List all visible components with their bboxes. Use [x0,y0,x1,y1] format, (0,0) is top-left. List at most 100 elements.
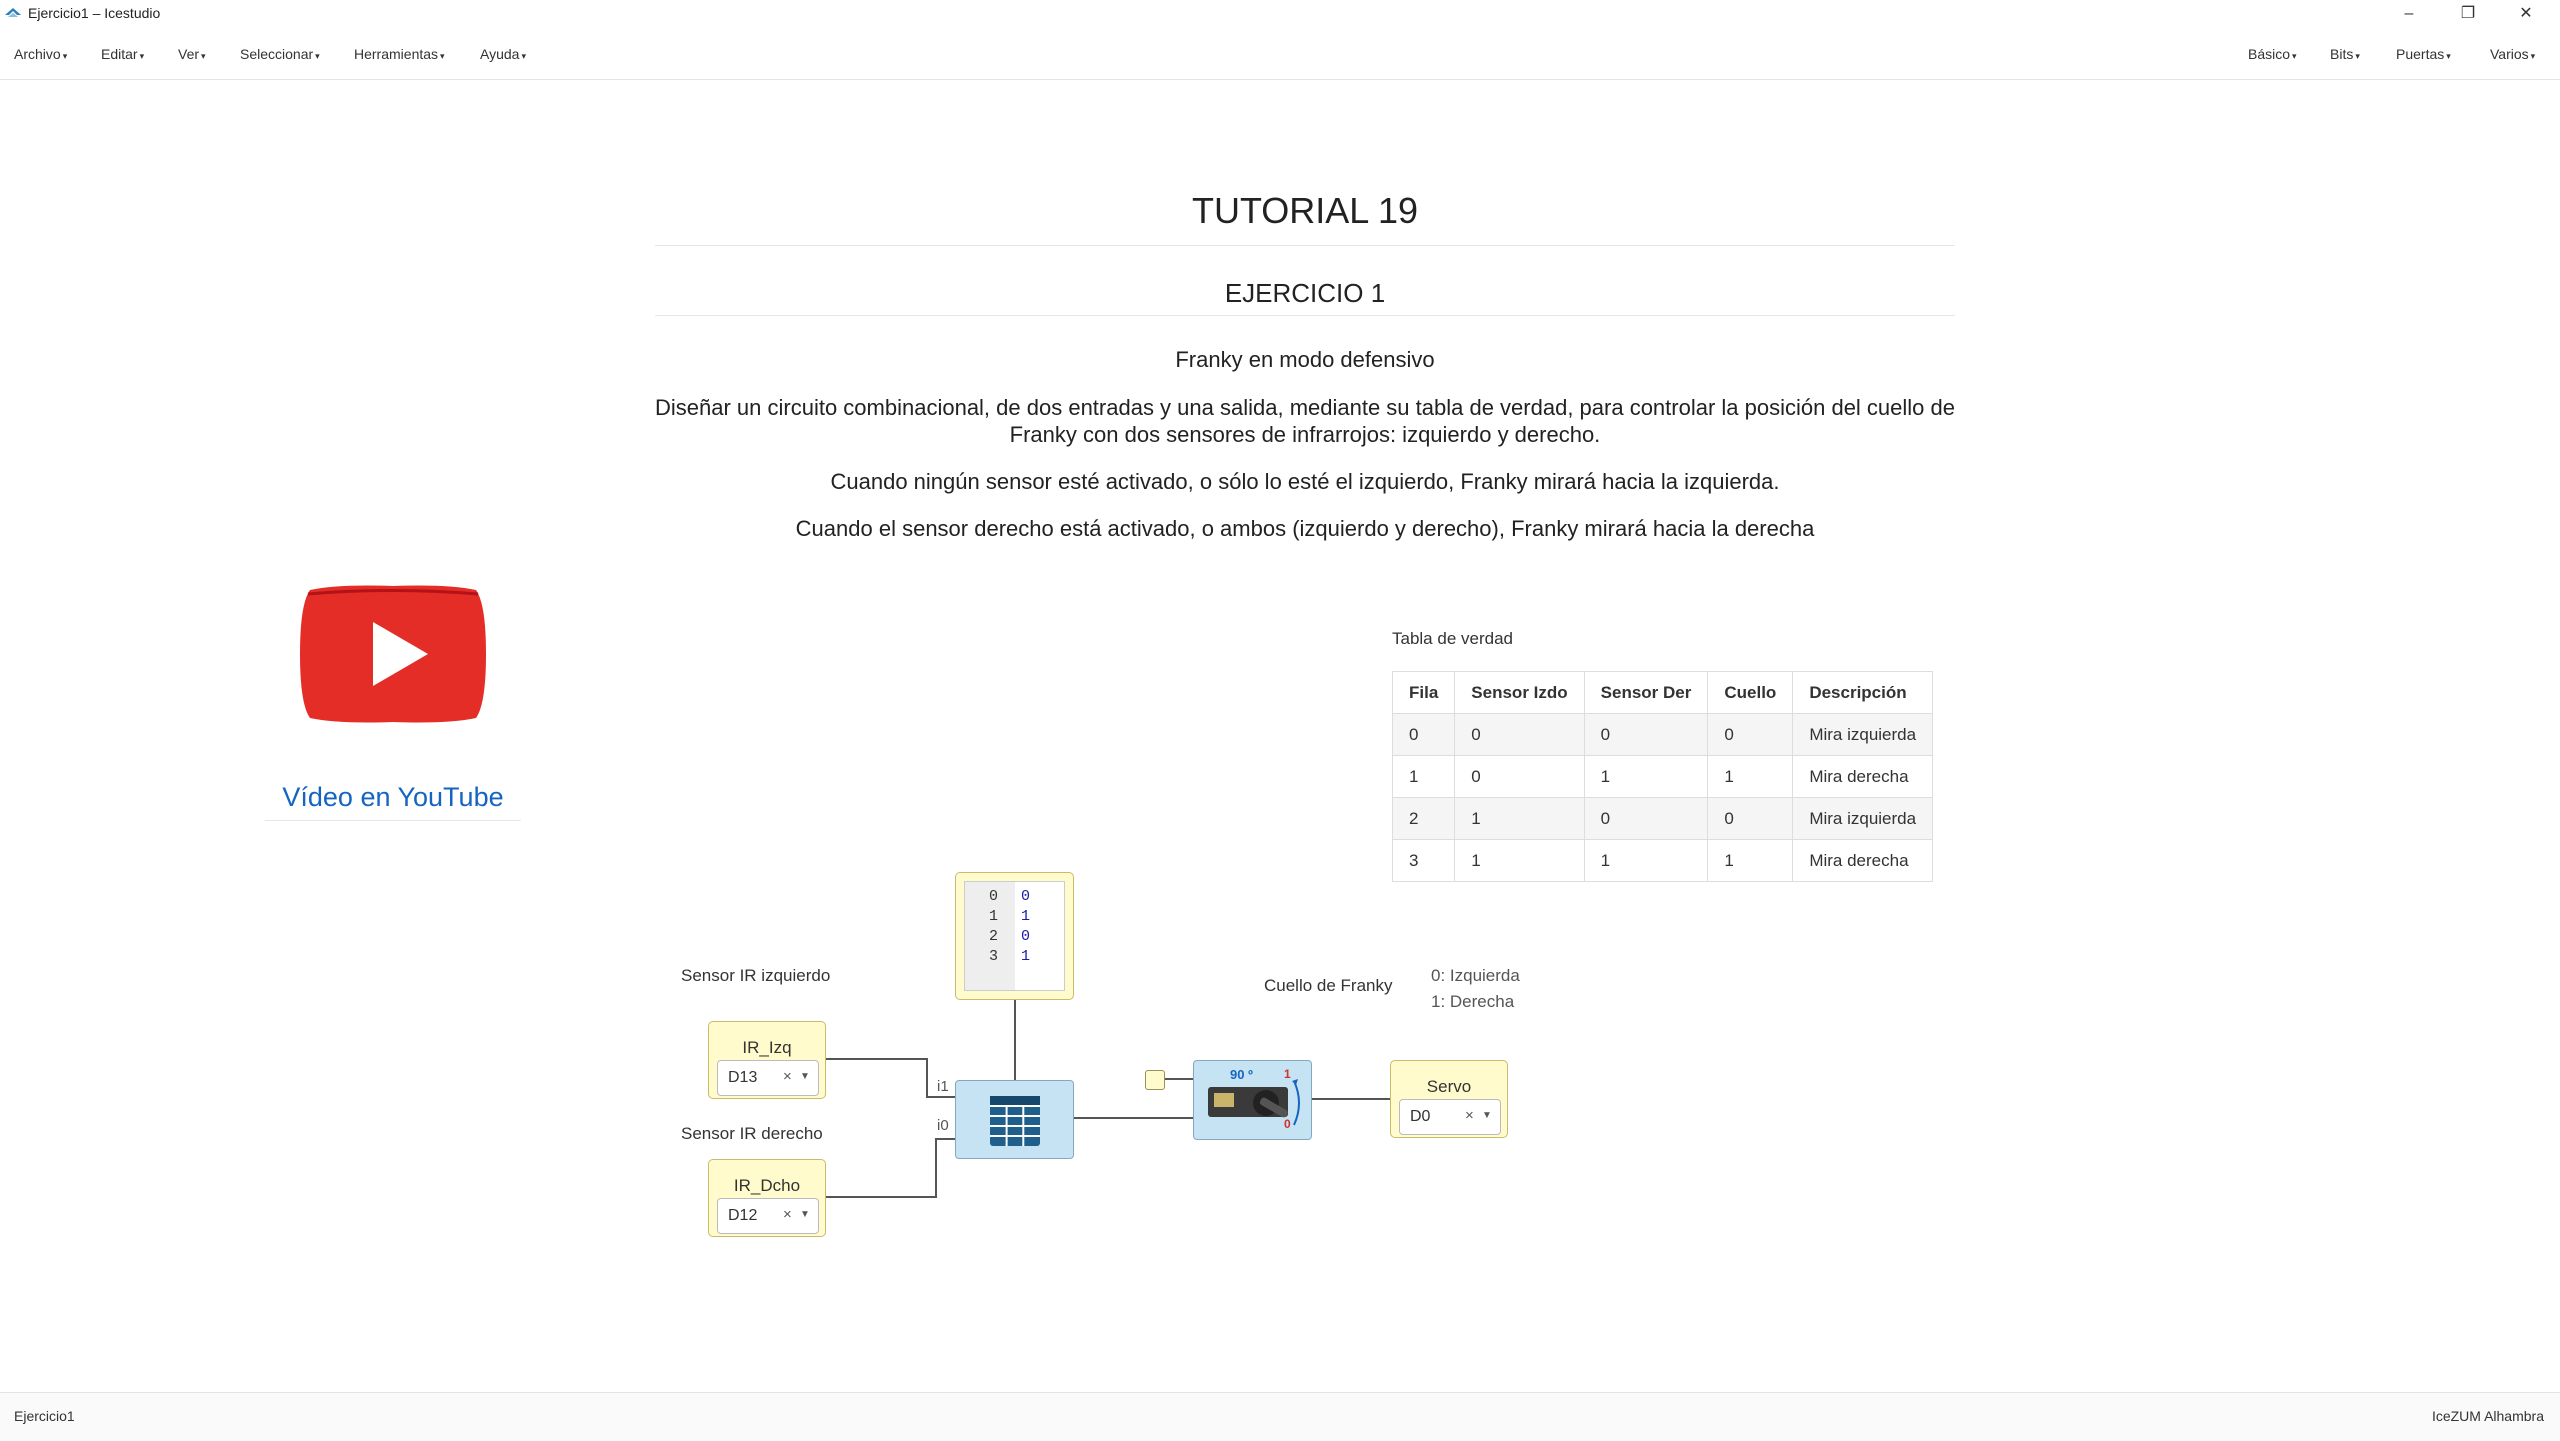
pin-value: D13 [728,1069,758,1086]
table-cell: 1 [1583,839,1709,882]
table-cell: 1 [1391,755,1456,798]
constant-input-block[interactable] [1145,1070,1165,1090]
header-descripcion: Descripción [1792,671,1934,714]
exercise-title: EJERCICIO 1 [1224,278,1386,308]
memory-block[interactable]: 0 1 2 3 0 1 0 1 [955,872,1074,1000]
table-cell: 0 [1707,713,1794,756]
truth-table-block[interactable] [955,1080,1074,1159]
table-row: 1 0 1 1 Mira derecha [1391,755,1934,798]
header-sensor-der: Sensor Der [1583,671,1709,714]
exercise-heading: Franky en modo defensivo [1175,347,1435,372]
servo-hi-label: 1 [1284,1067,1291,1081]
neck-note-derecha: 1: Derecha [1431,992,1515,1011]
neck-note-izquierda: 0: Izquierda [1431,966,1520,985]
table-row: 3 1 1 1 Mira derecha [1391,839,1934,882]
menu-basico[interactable]: Básico ▾ [2248,46,2297,62]
table-cell: 0 [1454,713,1585,756]
menu-bits[interactable]: Bits ▾ [2330,46,2360,62]
title-divider [655,245,1955,246]
menu-herramientas[interactable]: Herramientas ▾ [354,46,445,62]
table-cell: 3 [1391,839,1456,882]
servo-angle-label: 90 º [1230,1067,1253,1082]
table-cell: 1 [1583,755,1709,798]
output-block-servo[interactable]: Servo D0 × ▼ [1390,1060,1508,1138]
maximize-button[interactable]: ❐ [2440,0,2496,27]
menu-archivo[interactable]: Archivo ▾ [14,46,67,62]
label-cuello-de-franky: Cuello de Franky [1264,976,1393,995]
table-cell: Mira derecha [1792,839,1934,882]
label-sensor-ir-derecho: Sensor IR derecho [681,1124,823,1143]
youtube-play-icon[interactable] [298,584,488,724]
table-cell: 0 [1454,755,1585,798]
servo-controller-block[interactable]: 90 º 1 0 [1193,1060,1312,1140]
header-cuello: Cuello [1707,671,1794,714]
table-cell: Mira derecha [1792,755,1934,798]
memory-index: 0 [989,888,999,905]
status-project-name: Ejercicio1 [14,1408,75,1424]
status-board-name[interactable]: IceZUM Alhambra [2432,1408,2544,1424]
clear-icon[interactable]: × [1465,1107,1474,1124]
truth-table-title: Tabla de verdad [1392,629,1513,648]
menu-seleccionar[interactable]: Seleccionar ▾ [240,46,320,62]
block-name: IR_Dcho [733,1176,801,1195]
menu-varios[interactable]: Varios ▾ [2490,46,2535,62]
table-cell: 1 [1454,839,1585,882]
description-paragraph-1: Diseñar un circuito combinacional, de do… [655,395,1955,447]
table-cell: 1 [1707,755,1794,798]
chevron-down-icon[interactable]: ▼ [800,1209,810,1220]
menu-editar[interactable]: Editar ▾ [101,46,144,62]
header-sensor-izdo: Sensor Izdo [1454,671,1585,714]
pin-value: D12 [728,1207,758,1224]
close-button[interactable]: ✕ [2498,0,2554,27]
subtitle-divider [655,315,1955,316]
table-cell: 2 [1391,797,1456,840]
port-label-i1: i1 [937,1078,949,1095]
table-header-row: Fila Sensor Izdo Sensor Der Cuello Descr… [1391,671,1934,714]
block-name: IR_Izq [742,1038,792,1057]
clear-icon[interactable]: × [783,1068,792,1085]
tutorial-title: TUTORIAL 19 [1191,190,1419,231]
header-fila: Fila [1391,671,1456,714]
input-block-ir-dcho[interactable]: IR_Dcho D12 × ▼ [708,1159,826,1237]
memory-index: 1 [989,908,999,925]
minimize-button[interactable]: – [2381,0,2437,27]
table-cell: 1 [1454,797,1585,840]
pin-select[interactable]: D12 × ▼ [717,1198,819,1234]
memory-value: 0 [1021,888,1031,905]
design-canvas[interactable] [0,80,2560,1392]
memory-index: 3 [989,948,999,965]
pin-select[interactable]: D0 × ▼ [1399,1099,1501,1135]
description-paragraph-3: Cuando el sensor derecho está activado, … [795,516,1815,541]
table-row: 2 1 0 0 Mira izquierda [1391,797,1934,840]
input-block-ir-izq[interactable]: IR_Izq D13 × ▼ [708,1021,826,1099]
table-row: 0 0 0 0 Mira izquierda [1391,713,1934,756]
pin-select[interactable]: D13 × ▼ [717,1060,819,1096]
table-cell: 0 [1583,797,1709,840]
table-cell: Mira izquierda [1792,713,1934,756]
clear-icon[interactable]: × [783,1206,792,1223]
label-sensor-ir-izquierdo: Sensor IR izquierdo [681,966,831,985]
table-cell: 0 [1391,713,1456,756]
title-bar [0,0,2560,27]
chevron-down-icon[interactable]: ▼ [800,1071,810,1082]
table-icon [990,1096,1040,1146]
menu-ver[interactable]: Ver ▾ [178,46,206,62]
window-title: Ejercicio1 – Icestudio [28,5,161,21]
servo-lo-label: 0 [1284,1117,1291,1131]
memory-value: 1 [1021,908,1031,925]
youtube-link[interactable]: Vídeo en YouTube [265,782,521,813]
status-bar [0,1392,2560,1441]
memory-value: 1 [1021,948,1031,965]
menu-puertas[interactable]: Puertas ▾ [2396,46,2451,62]
memory-value: 0 [1021,928,1031,945]
menu-ayuda[interactable]: Ayuda ▾ [480,46,526,62]
pin-value: D0 [1410,1108,1431,1125]
truth-table: Fila Sensor Izdo Sensor Der Cuello Descr… [1391,671,1934,882]
chevron-down-icon[interactable]: ▼ [1482,1110,1492,1121]
port-label-i0: i0 [937,1117,949,1134]
memory-editor[interactable]: 0 1 2 3 0 1 0 1 [964,881,1065,991]
description-paragraph-2: Cuando ningún sensor esté activado, o só… [830,469,1780,494]
youtube-link-divider [265,820,521,821]
table-cell: 0 [1583,713,1709,756]
block-name: Servo [1426,1077,1472,1096]
